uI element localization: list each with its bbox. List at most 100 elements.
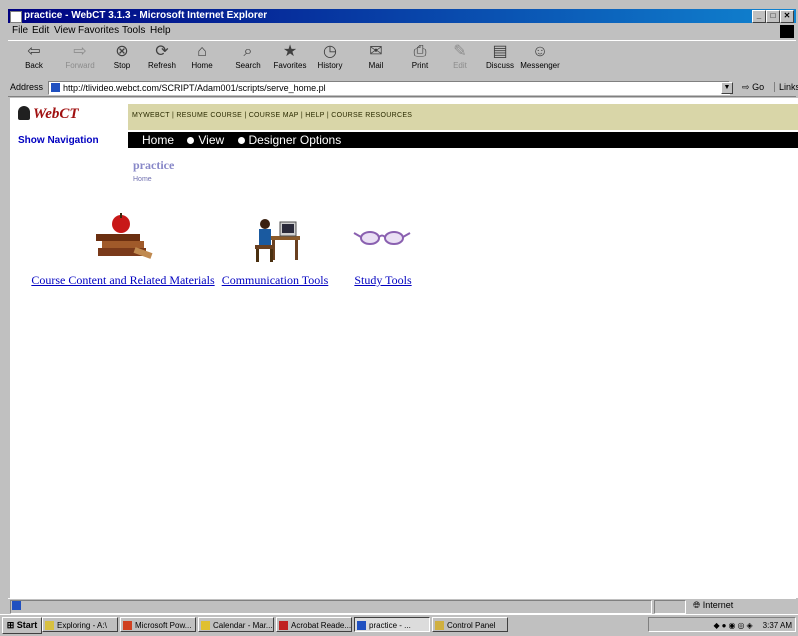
refresh-icon: ⟳: [155, 43, 169, 60]
breadcrumb[interactable]: Home: [133, 176, 152, 183]
clock[interactable]: 3:37 AM: [763, 621, 792, 630]
edit-icon: ✎: [453, 43, 467, 60]
task-label: Exploring - A:\: [57, 621, 107, 630]
search-icon: ⌕: [243, 43, 253, 60]
books-apple-icon: [96, 213, 153, 259]
status-bar: 🌐︎ Internet: [8, 598, 796, 614]
person-at-computer-icon: [255, 219, 300, 262]
toolbar-button-edit[interactable]: ✎ Edit: [440, 43, 480, 77]
ie-throbber-icon: [780, 25, 794, 38]
menu-tools[interactable]: Tools: [122, 25, 145, 36]
page-content: WebCT Show Navigation MYWEBCT | RESUME C…: [10, 98, 798, 598]
taskbar-task[interactable]: practice - ...: [354, 617, 430, 632]
task-app-icon: [435, 621, 444, 630]
tray-icons[interactable]: ◆●◉◎◈: [714, 621, 755, 630]
webct-logo-text: WebCT: [33, 106, 79, 122]
toolbar-button-forward[interactable]: ⇨ Forward: [60, 43, 100, 77]
toolbar-label: Search: [235, 61, 261, 70]
designer-options-link[interactable]: Designer Options: [249, 133, 342, 147]
toolbar-button-search[interactable]: ⌕ Search: [228, 43, 268, 77]
webct-logo[interactable]: WebCT: [18, 106, 79, 123]
toolbar-label: Stop: [113, 61, 131, 70]
toolbar-label: Mail: [368, 61, 384, 70]
toolbar-label: Back: [25, 61, 43, 70]
toolbar-button-print[interactable]: ⎙ Print: [400, 43, 440, 77]
taskbar: ⊞ Start Exploring - A:\ Microsoft Pow... C…: [0, 614, 798, 636]
address-bar: Address http://tlivideo.webct.com/SCRIPT…: [8, 80, 798, 97]
task-app-icon: [123, 621, 132, 630]
course-content-tool[interactable]: Course Content and Related Materials: [28, 210, 218, 288]
course-nav-links[interactable]: MYWEBCT | RESUME COURSE | COURSE MAP | H…: [132, 112, 412, 119]
task-label: Calendar - Mar...: [213, 621, 273, 630]
status-panel-blank: [654, 600, 686, 614]
discuss-icon: ▤: [492, 43, 508, 60]
taskbar-task[interactable]: Acrobat Reade...: [276, 617, 352, 632]
toolbar-label: Messenger: [520, 61, 560, 70]
taskbar-task[interactable]: Calendar - Mar...: [198, 617, 274, 632]
study-tools-link[interactable]: Study Tools: [354, 273, 411, 287]
close-button[interactable]: ✕: [780, 10, 794, 23]
course-content-link[interactable]: Course Content and Related Materials: [31, 273, 214, 287]
course-nav-band: MYWEBCT | RESUME COURSE | COURSE MAP | H…: [128, 104, 798, 130]
print-icon: ⎙: [413, 43, 427, 60]
menu-favorites[interactable]: Favorites: [78, 25, 119, 36]
go-button[interactable]: ⇨ Go: [742, 82, 764, 93]
back-arrow-icon: ⇦: [27, 43, 41, 60]
toolbar-button-mail[interactable]: ✉ Mail: [356, 43, 396, 77]
toolbar-button-favorites[interactable]: ★ Favorites: [270, 43, 310, 77]
toolbar-button-home[interactable]: ⌂ Home: [182, 43, 222, 77]
task-label: Control Panel: [447, 621, 496, 630]
favorites-icon: ★: [282, 43, 298, 60]
task-app-icon: [45, 621, 54, 630]
task-label: Acrobat Reade...: [291, 621, 352, 630]
taskbar-task[interactable]: Microsoft Pow...: [120, 617, 196, 632]
communication-tool[interactable]: Communication Tools: [220, 210, 330, 288]
toolbar-button-history[interactable]: ◷ History: [310, 43, 350, 77]
window-title-bar[interactable]: practice - WebCT 3.1.3 - Microsoft Inter…: [8, 9, 796, 23]
toolbar-label: History: [317, 61, 343, 70]
menu-help[interactable]: Help: [150, 25, 171, 36]
designer-radio-icon[interactable]: [237, 137, 245, 144]
toolbar-button-messenger[interactable]: ☺ Messenger: [520, 43, 560, 77]
mode-bar: Home View Designer Options: [128, 132, 798, 148]
messenger-icon: ☺: [531, 43, 549, 60]
toolbar-button-discuss[interactable]: ▤ Discuss: [480, 43, 520, 77]
toolbar-label: Discuss: [485, 61, 514, 70]
forward-arrow-icon: ⇨: [73, 43, 87, 60]
toolbar-button-back[interactable]: ⇦ Back: [14, 43, 54, 77]
toolbar-button-stop[interactable]: ⊗ Stop: [102, 43, 142, 77]
toolbar-button-refresh[interactable]: ⟳ Refresh: [142, 43, 182, 77]
show-navigation-link[interactable]: Show Navigation: [18, 135, 99, 146]
task-app-icon: [201, 621, 210, 630]
toolbar-label: Print: [411, 61, 429, 70]
menu-file[interactable]: File: [12, 25, 28, 36]
toolbar-label: Forward: [65, 61, 95, 70]
go-label: Go: [752, 82, 765, 92]
window-title: practice - WebCT 3.1.3 - Microsoft Inter…: [24, 10, 268, 21]
address-dropdown-button[interactable]: ▼: [721, 82, 733, 94]
address-input[interactable]: http://tlivideo.webct.com/SCRIPT/Adam001…: [48, 81, 730, 95]
home-icon: ⌂: [197, 43, 207, 60]
links-button[interactable]: Links: [774, 82, 798, 92]
view-mode-link[interactable]: View: [198, 133, 224, 147]
system-tray: ◆●◉◎◈ 3:37 AM: [648, 617, 796, 632]
ie-page-icon: [10, 11, 22, 23]
taskbar-task[interactable]: Exploring - A:\: [42, 617, 118, 632]
view-radio-icon[interactable]: [187, 137, 195, 144]
start-button[interactable]: ⊞ Start: [2, 617, 42, 634]
menu-edit[interactable]: Edit: [32, 25, 49, 36]
study-tool[interactable]: Study Tools: [348, 210, 418, 288]
page-done-icon: [12, 601, 21, 610]
communication-tools-link[interactable]: Communication Tools: [222, 273, 329, 287]
minimize-button[interactable]: _: [752, 10, 766, 23]
home-mode-link[interactable]: Home: [142, 133, 174, 147]
globe-icon: 🌐︎: [693, 600, 701, 610]
menu-view[interactable]: View: [54, 25, 76, 36]
mail-icon: ✉: [369, 43, 383, 60]
maximize-button[interactable]: □: [766, 10, 780, 23]
page-title: practice: [133, 158, 175, 172]
page-icon: [51, 83, 60, 92]
zone-label: Internet: [702, 600, 734, 610]
task-app-icon: [279, 621, 288, 630]
taskbar-task[interactable]: Control Panel: [432, 617, 508, 632]
